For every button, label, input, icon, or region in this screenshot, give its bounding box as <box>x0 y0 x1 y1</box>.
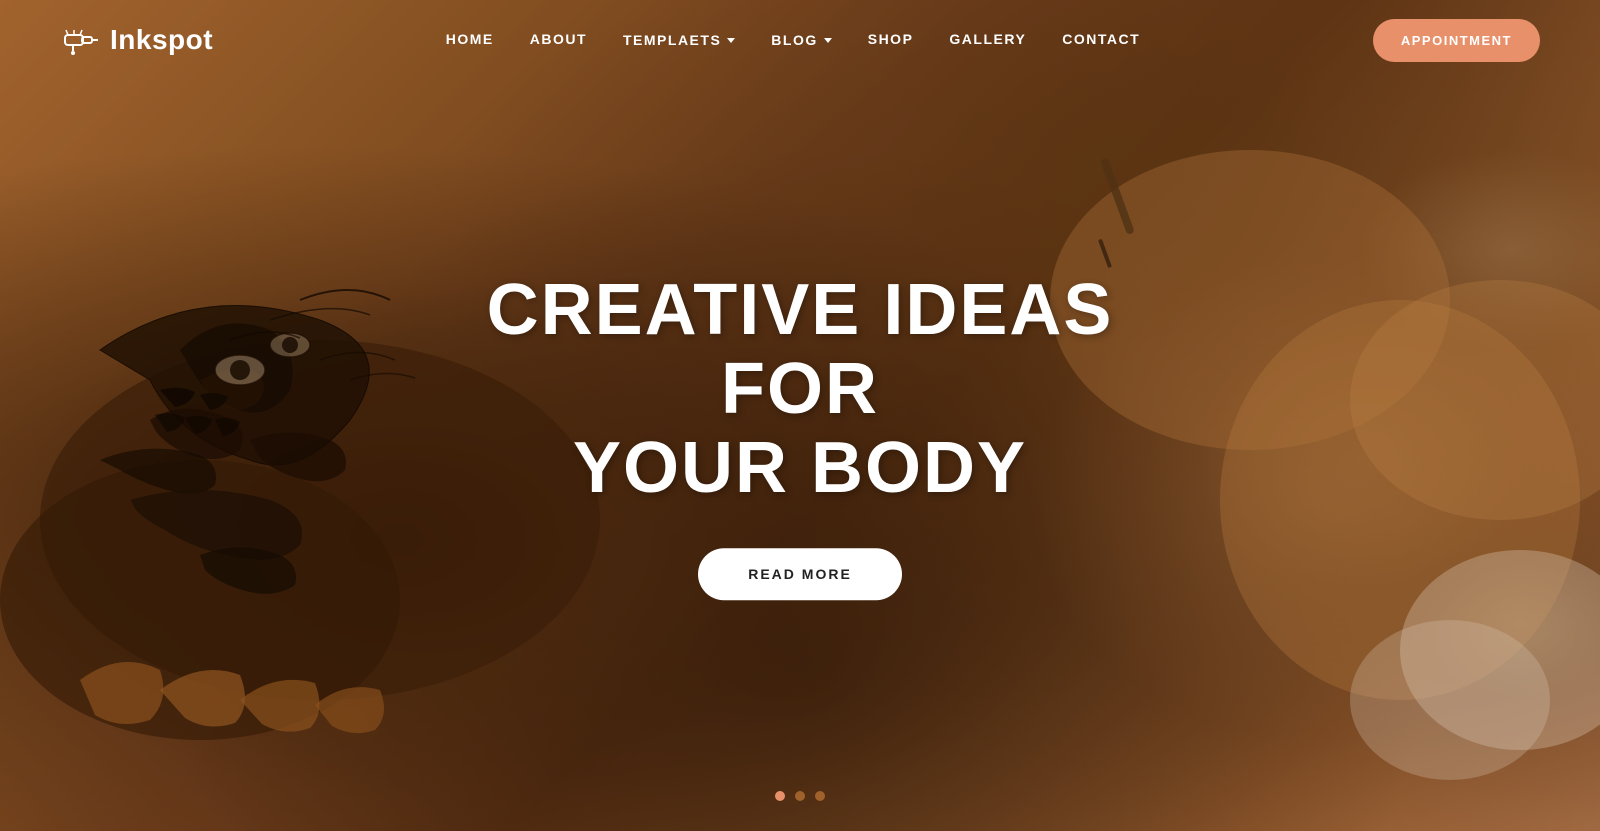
nav-item-blog[interactable]: BLOG <box>771 32 831 48</box>
slider-dot-2[interactable] <box>795 791 805 801</box>
hero-content: CREATIVE IDEAS FOR YOUR BODY READ MORE <box>400 271 1200 601</box>
nav-item-gallery[interactable]: GALLERY <box>949 31 1026 49</box>
hero-title: CREATIVE IDEAS FOR YOUR BODY <box>400 271 1200 509</box>
slider-dots <box>775 791 825 801</box>
nav-links: HOME ABOUT TEMPLAETS BLOG SHOP <box>446 31 1140 49</box>
slider-dot-3[interactable] <box>815 791 825 801</box>
nav-blog-dropdown[interactable]: BLOG <box>771 32 831 48</box>
hero-title-line1: CREATIVE IDEAS FOR <box>487 270 1114 429</box>
nav-templaets-dropdown[interactable]: TEMPLAETS <box>623 32 735 48</box>
nav-link-about[interactable]: ABOUT <box>530 31 587 47</box>
nav-link-shop[interactable]: SHOP <box>868 31 914 47</box>
templaets-dropdown-arrow <box>727 38 735 43</box>
read-more-button[interactable]: READ MORE <box>698 548 902 600</box>
appointment-button[interactable]: APPOINTMENT <box>1373 19 1540 62</box>
nav-item-about[interactable]: ABOUT <box>530 31 587 49</box>
nav-link-gallery[interactable]: GALLERY <box>949 31 1026 47</box>
nav-item-templaets[interactable]: TEMPLAETS <box>623 32 735 48</box>
nav-link-contact[interactable]: CONTACT <box>1062 31 1140 47</box>
nav-link-home[interactable]: HOME <box>446 31 494 47</box>
logo[interactable]: Inkspot <box>60 20 213 60</box>
nav-item-shop[interactable]: SHOP <box>868 31 914 49</box>
nav-item-home[interactable]: HOME <box>446 31 494 49</box>
nav-link-templaets[interactable]: TEMPLAETS <box>623 32 721 48</box>
blog-dropdown-arrow <box>824 38 832 43</box>
navbar: Inkspot HOME ABOUT TEMPLAETS BLOG <box>0 0 1600 80</box>
hero-title-line2: YOUR BODY <box>573 428 1027 508</box>
logo-icon <box>60 20 100 60</box>
slider-dot-1[interactable] <box>775 791 785 801</box>
hero-section: Inkspot HOME ABOUT TEMPLAETS BLOG <box>0 0 1600 831</box>
nav-link-blog[interactable]: BLOG <box>771 32 817 48</box>
logo-text: Inkspot <box>110 24 213 56</box>
nav-item-contact[interactable]: CONTACT <box>1062 31 1140 49</box>
